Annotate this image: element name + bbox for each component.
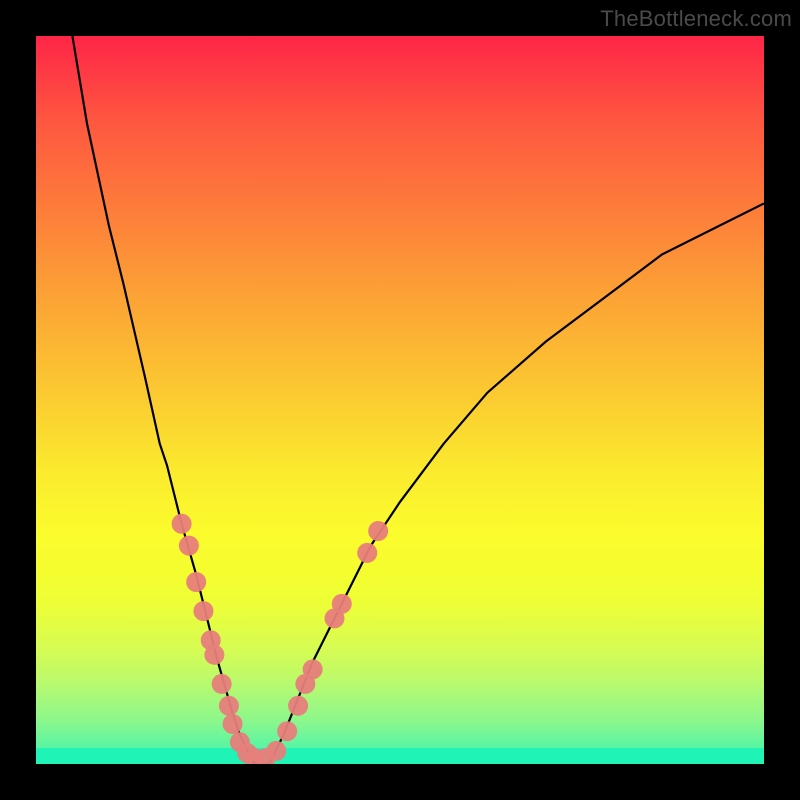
data-marker (303, 659, 323, 679)
data-marker (219, 696, 239, 716)
data-marker (186, 572, 206, 592)
bottleneck-curve-path (72, 36, 764, 764)
data-marker (266, 741, 286, 761)
data-marker (288, 696, 308, 716)
plot-area (36, 36, 764, 764)
data-marker (277, 721, 297, 741)
data-marker (368, 521, 388, 541)
data-marker (357, 543, 377, 563)
data-marker (204, 645, 224, 665)
data-marker (212, 674, 232, 694)
marker-group (172, 514, 389, 764)
data-marker (223, 714, 243, 734)
data-marker (193, 601, 213, 621)
data-marker (172, 514, 192, 534)
data-marker (179, 536, 199, 556)
chart-root: TheBottleneck.com (0, 0, 800, 800)
data-marker (332, 594, 352, 614)
watermark-text: TheBottleneck.com (600, 6, 792, 32)
chart-svg (36, 36, 764, 764)
